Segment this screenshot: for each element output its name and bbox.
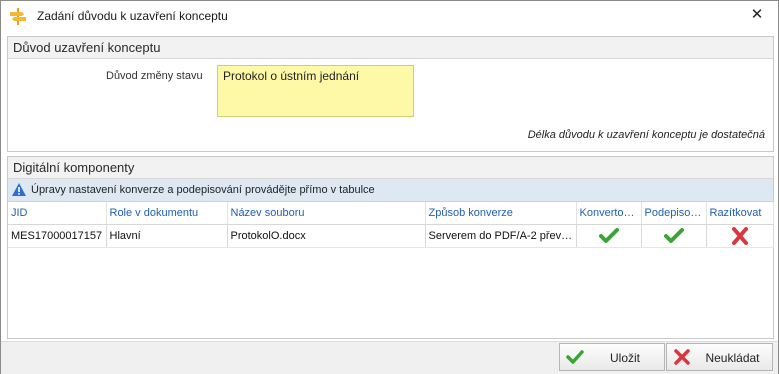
column-header-sign[interactable]: Podepisovat: [641, 202, 707, 225]
column-header-conversion[interactable]: Způsob konverze: [425, 202, 577, 225]
cell-jid: MES17000017157: [8, 224, 107, 248]
app-icon: [10, 8, 26, 25]
cell-role: Hlavní: [106, 224, 228, 248]
title-bar: Zadání důvodu k uzavření konceptu ✕: [1, 1, 778, 31]
reason-panel: Důvod uzavření konceptu Důvod změny stav…: [7, 36, 774, 152]
check-icon: [566, 350, 584, 364]
column-header-filename[interactable]: Název souboru: [227, 202, 426, 225]
reason-panel-header: Důvod uzavření konceptu: [8, 37, 773, 59]
components-panel: Digitální komponenty Úpravy nastavení ko…: [7, 156, 774, 339]
column-header-stamp[interactable]: Razítkovat: [706, 202, 774, 225]
green-check-icon[interactable]: [598, 226, 620, 246]
save-button[interactable]: Uložit: [559, 343, 665, 371]
info-bar: Úpravy nastavení konverze a podepisování…: [8, 179, 773, 202]
green-check-icon[interactable]: [663, 226, 685, 246]
cell-convert[interactable]: [576, 224, 642, 248]
table-header-row: JID Role v dokumentu Název souboru Způso…: [8, 202, 774, 225]
column-header-jid[interactable]: JID: [8, 202, 107, 225]
reason-status-text: Délka důvodu k uzavření konceptu je dost…: [527, 129, 765, 141]
reason-field-label: Důvod změny stavu: [106, 70, 203, 82]
components-table: JID Role v dokumentu Název souboru Způso…: [8, 202, 774, 248]
info-text: Úpravy nastavení konverze a podepisování…: [31, 184, 375, 196]
column-header-role[interactable]: Role v dokumentu: [106, 202, 228, 225]
window-title: Zadání důvodu k uzavření konceptu: [37, 9, 228, 23]
cross-icon: [674, 349, 690, 365]
save-button-label: Uložit: [609, 351, 640, 365]
cell-sign[interactable]: [641, 224, 707, 248]
column-header-convert[interactable]: Konvertovat: [576, 202, 642, 225]
components-panel-header: Digitální komponenty: [8, 157, 773, 179]
red-cross-icon[interactable]: [729, 226, 751, 246]
warning-triangle-icon: [12, 182, 26, 196]
cell-filename: ProtokolO.docx: [227, 224, 426, 248]
dialog-footer: Uložit Neukládat: [1, 341, 778, 374]
reason-input[interactable]: Protokol o ústním jednání: [217, 65, 414, 117]
cancel-button[interactable]: Neukládat: [666, 343, 773, 371]
cell-stamp[interactable]: [706, 224, 774, 248]
close-button[interactable]: ✕: [748, 6, 766, 24]
cancel-button-label: Neukládat: [705, 351, 760, 365]
table-row[interactable]: MES17000017157 Hlavní ProtokolO.docx Ser…: [8, 224, 774, 248]
dialog-window: Zadání důvodu k uzavření konceptu ✕ Důvo…: [0, 0, 779, 374]
cell-conversion[interactable]: Serverem do PDF/A-2 převést: [425, 224, 577, 248]
